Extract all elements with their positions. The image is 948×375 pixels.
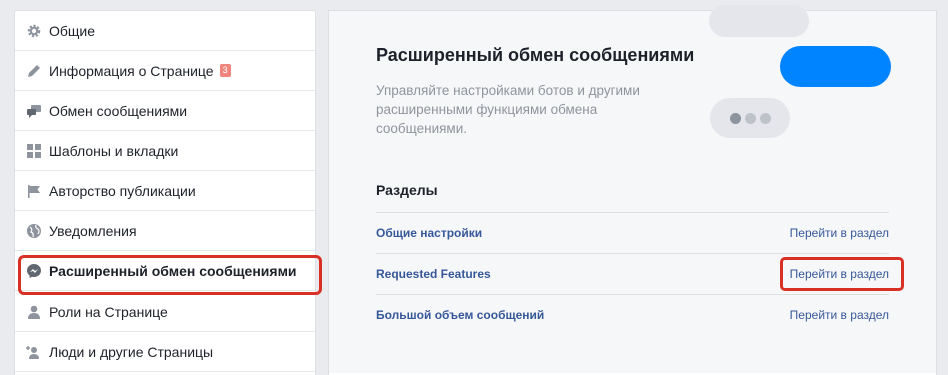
sidebar-item-label: Общие — [49, 22, 96, 39]
advanced-messaging-card: Расширенный обмен сообщениями Управляйте… — [329, 5, 936, 373]
sidebar-item-label: Расширенный обмен сообщениями — [49, 262, 297, 279]
grid-icon — [25, 142, 43, 160]
section-link[interactable]: Большой объем сообщений — [376, 308, 544, 322]
sidebar-item-page-info[interactable]: Информация о Странице 3 — [15, 51, 315, 91]
section-link[interactable]: Requested Features — [376, 267, 491, 281]
typing-dot — [759, 112, 771, 124]
section-row-general-settings: Общие настройки Перейти в раздел — [376, 212, 889, 252]
go-to-section-link[interactable]: Перейти в раздел — [790, 226, 889, 240]
section-link[interactable]: Общие настройки — [376, 226, 482, 240]
sections-heading: Разделы — [376, 182, 438, 198]
page-title: Расширенный обмен сообщениями — [376, 45, 695, 65]
typing-dot — [729, 112, 741, 124]
flag-icon — [25, 182, 43, 200]
person-add-icon — [25, 343, 43, 361]
go-to-section-link[interactable]: Перейти в раздел — [790, 267, 889, 281]
go-to-section-link[interactable]: Перейти в раздел — [790, 308, 889, 322]
chat-bubble-illustration — [709, 5, 809, 37]
sidebar-item-post-attribution[interactable]: Авторство публикации — [15, 171, 315, 211]
person-icon — [25, 303, 43, 321]
notification-badge: 3 — [219, 64, 231, 77]
sidebar-item-label: Уведомления — [49, 222, 137, 239]
sidebar-item-label: Обмен сообщениями — [49, 102, 188, 119]
sidebar-item-messaging[interactable]: Обмен сообщениями — [15, 91, 315, 131]
typing-dot — [744, 112, 756, 124]
page-description: Управляйте настройками ботов и другими р… — [376, 83, 640, 136]
gear-icon — [25, 22, 43, 40]
chat-bubbles-icon — [25, 102, 43, 120]
globe-icon — [25, 222, 43, 240]
main-panel: Расширенный обмен сообщениями Управляйте… — [328, 5, 937, 375]
sidebar-item-label: Роли на Странице — [49, 303, 168, 320]
section-row-high-volume: Большой объем сообщений Перейти в раздел — [376, 294, 889, 334]
sidebar-item-templates-tabs[interactable]: Шаблоны и вкладки — [15, 131, 315, 171]
section-row-requested-features: Requested Features Перейти в раздел — [376, 253, 889, 293]
sidebar-item-label: Информация о Странице — [49, 62, 214, 79]
sidebar-item-general[interactable]: Общие — [15, 11, 315, 51]
sidebar-item-advanced-messaging[interactable]: Расширенный обмен сообщениями — [15, 251, 315, 291]
pencil-icon — [25, 62, 43, 80]
chat-bubble-illustration — [780, 46, 891, 87]
sidebar-item-notifications[interactable]: Уведомления — [15, 211, 315, 251]
sidebar-item-label: Авторство публикации — [49, 182, 196, 199]
messenger-icon — [25, 262, 43, 280]
sidebar-item-label: Шаблоны и вкладки — [49, 142, 179, 159]
sidebar-item-people-pages[interactable]: Люди и другие Страницы — [15, 332, 315, 372]
sidebar-item-page-roles[interactable]: Роли на Странице — [15, 292, 315, 332]
settings-sidebar: Общие Информация о Странице 3 Обмен сооб… — [14, 10, 322, 375]
typing-indicator-illustration — [710, 98, 790, 138]
sidebar-item-label: Люди и другие Страницы — [49, 343, 214, 360]
